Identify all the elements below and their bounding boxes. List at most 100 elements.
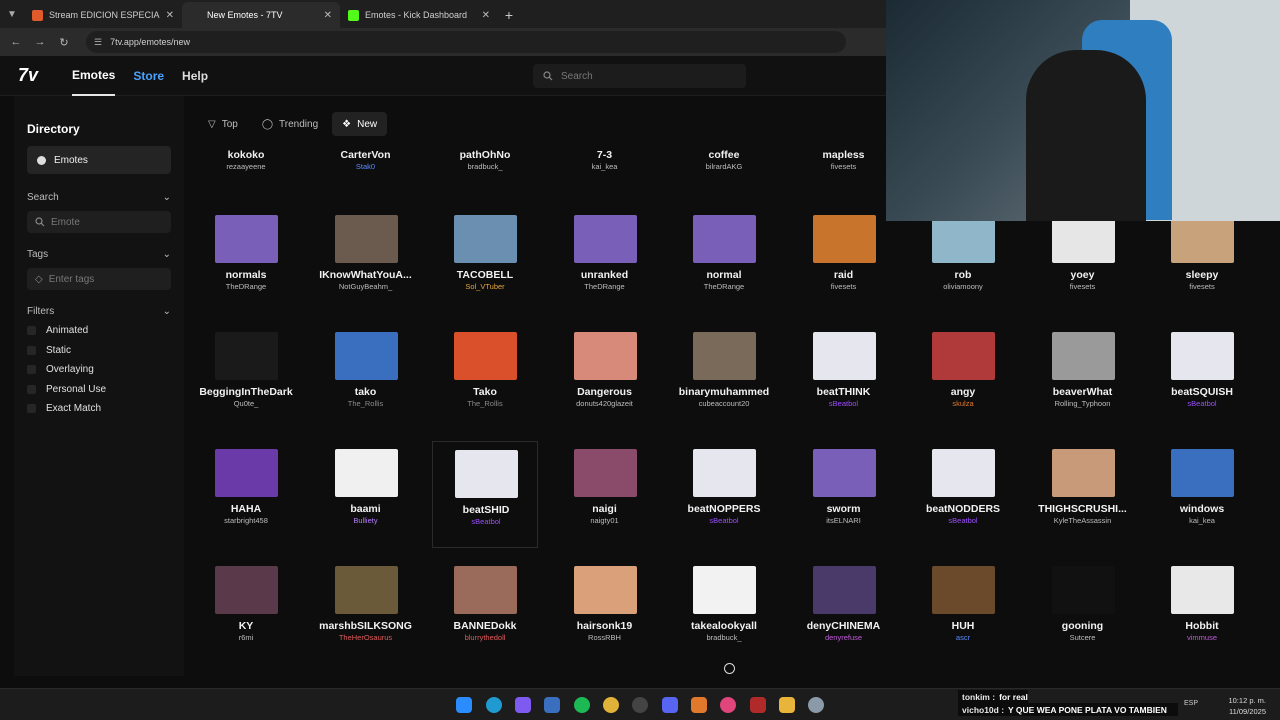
emote-owner[interactable]: The_Rollis <box>313 399 419 408</box>
emote-card[interactable]: angy skulza <box>910 324 1016 431</box>
emote-card[interactable]: yoey fivesets <box>1030 207 1136 314</box>
emote-owner[interactable]: oliviamoony <box>910 282 1016 291</box>
emote-owner[interactable]: starbright458 <box>193 516 299 525</box>
emote-card[interactable]: sworm itsELNARI <box>791 441 897 548</box>
filter-option[interactable]: Personal Use <box>27 380 171 400</box>
emote-card[interactable]: pathOhNo bradbuck_ <box>432 145 538 181</box>
filter-checkbox[interactable] <box>27 384 36 394</box>
emote-owner[interactable]: fivesets <box>791 282 897 291</box>
obs-icon[interactable] <box>632 697 648 713</box>
emote-card[interactable]: normals TheDRange <box>193 207 299 314</box>
tags-section-toggle[interactable]: Tags ⌄ <box>27 249 171 260</box>
emote-card[interactable]: 7-3 kai_kea <box>552 145 658 181</box>
nav-store[interactable]: Store <box>133 56 164 96</box>
emote-card[interactable]: BANNEDokk blurrythedoll <box>432 558 538 665</box>
tab-close-icon[interactable]: ✕ <box>482 10 490 21</box>
emote-owner[interactable]: fivesets <box>1149 282 1255 291</box>
emote-owner[interactable]: NotGuyBeahm_ <box>313 282 419 291</box>
emote-owner[interactable]: fivesets <box>1030 282 1136 291</box>
filter-option[interactable]: Exact Match <box>27 399 171 419</box>
filter-checkbox[interactable] <box>27 365 36 375</box>
sort-new-button[interactable]: ❖ New <box>332 112 388 136</box>
emote-owner[interactable]: sBeatbol <box>1149 399 1255 408</box>
emote-owner[interactable]: Sol_VTuber <box>432 282 538 291</box>
emote-card[interactable]: sleepy fivesets <box>1149 207 1255 314</box>
emote-card[interactable]: baami Bulliety <box>313 441 419 548</box>
emote-card[interactable]: beatSHID sBeatbol <box>432 441 538 548</box>
emote-card[interactable]: beaverWhat Rolling_Typhoon <box>1030 324 1136 431</box>
emote-card[interactable]: windows kai_kea <box>1149 441 1255 548</box>
tags-input[interactable]: ◇ Enter tags <box>27 268 171 290</box>
sort-top-button[interactable]: ▽ Top <box>198 112 248 136</box>
emote-card[interactable]: raid fivesets <box>791 207 897 314</box>
sort-trending-button[interactable]: ◯ Trending <box>252 112 328 136</box>
emote-owner[interactable]: kai_kea <box>552 162 658 171</box>
emote-owner[interactable]: fivesets <box>791 162 897 171</box>
emote-owner[interactable]: bradbuck_ <box>671 633 777 642</box>
search-section-toggle[interactable]: Search ⌄ <box>27 192 171 203</box>
emote-card[interactable]: HUH ascr <box>910 558 1016 665</box>
emote-owner[interactable]: bradbuck_ <box>432 162 538 171</box>
keyboard-language[interactable]: ESP <box>1184 700 1198 707</box>
emote-owner[interactable]: Bulliety <box>313 516 419 525</box>
emote-card[interactable]: KY r6mi <box>193 558 299 665</box>
system-clock[interactable]: 10:12 p. m. 11/09/2025 <box>1228 695 1266 717</box>
emote-owner[interactable]: kai_kea <box>1149 516 1255 525</box>
emote-owner[interactable]: TheDRange <box>193 282 299 291</box>
emote-owner[interactable]: Rolling_Typhoon <box>1030 399 1136 408</box>
forward-arrow-icon[interactable]: → <box>30 32 50 52</box>
emote-owner[interactable]: bilrardAKG <box>671 162 777 171</box>
filter-checkbox[interactable] <box>27 404 36 414</box>
emote-owner[interactable]: sBeatbol <box>671 516 777 525</box>
settings-gear-icon[interactable] <box>808 697 824 713</box>
emote-owner[interactable]: sBeatbol <box>910 516 1016 525</box>
emote-owner[interactable]: rezaayeene <box>193 162 299 171</box>
emote-card[interactable]: unranked TheDRange <box>552 207 658 314</box>
emote-card[interactable]: Hobbit vimmuse <box>1149 558 1255 665</box>
filter-checkbox[interactable] <box>27 345 36 355</box>
chrome-icon[interactable] <box>603 697 619 713</box>
site-search-input[interactable]: Search <box>533 64 746 88</box>
flame-app-icon[interactable] <box>691 697 707 713</box>
windows-start-icon[interactable] <box>456 697 472 713</box>
emote-owner[interactable]: Stak0 <box>313 162 419 171</box>
browser-tab[interactable]: Emotes - Kick Dashboard ✕ <box>340 2 498 28</box>
emote-owner[interactable]: TheDRange <box>552 282 658 291</box>
emote-card[interactable]: HAHA starbright458 <box>193 441 299 548</box>
emote-owner[interactable]: KyleTheAssassin <box>1030 516 1136 525</box>
discord-icon[interactable] <box>662 697 678 713</box>
emote-card[interactable]: TACOBELL Sol_VTuber <box>432 207 538 314</box>
red-app-icon[interactable] <box>750 697 766 713</box>
emote-card[interactable]: tako The_Rollis <box>313 324 419 431</box>
emote-card[interactable]: Dangerous donuts420glazeit <box>552 324 658 431</box>
emote-card[interactable]: kokoko rezaayeene <box>193 145 299 181</box>
emote-owner[interactable]: skulza <box>910 399 1016 408</box>
reload-icon[interactable]: ↻ <box>54 32 74 52</box>
emote-card[interactable]: marshbSILKSONG TheHerOsaurus <box>313 558 419 665</box>
emote-card[interactable]: mapless fivesets <box>791 145 897 181</box>
spotify-icon[interactable] <box>574 697 590 713</box>
emote-card[interactable]: gooning Sutcere <box>1030 558 1136 665</box>
emote-card[interactable]: BeggingInTheDark Qu0te_ <box>193 324 299 431</box>
edge-icon[interactable] <box>486 697 502 713</box>
emote-card[interactable]: denyCHINEMA denyrefuse <box>791 558 897 665</box>
filter-option[interactable]: Static <box>27 341 171 361</box>
emote-card[interactable]: THIGHSCRUSHI... KyleTheAssassin <box>1030 441 1136 548</box>
emote-owner[interactable]: blurrythedoll <box>432 633 538 642</box>
emote-card[interactable]: normal TheDRange <box>671 207 777 314</box>
tab-close-icon[interactable]: ✕ <box>324 10 332 21</box>
file-explorer-icon[interactable] <box>779 697 795 713</box>
emote-owner[interactable]: Sutcere <box>1030 633 1136 642</box>
emote-owner[interactable]: Qu0te_ <box>193 399 299 408</box>
emote-owner[interactable]: r6mi <box>193 633 299 642</box>
emote-owner[interactable]: denyrefuse <box>791 633 897 642</box>
emote-card[interactable]: takealookyall bradbuck_ <box>671 558 777 665</box>
filter-option[interactable]: Overlaying <box>27 360 171 380</box>
emote-owner[interactable]: The_Rollis <box>432 399 538 408</box>
new-tab-button[interactable]: + <box>498 2 520 28</box>
emote-owner[interactable]: ascr <box>910 633 1016 642</box>
emote-card[interactable]: rob oliviamoony <box>910 207 1016 314</box>
filter-option[interactable]: Animated <box>27 321 171 341</box>
emote-owner[interactable]: cubeaccount20 <box>671 399 777 408</box>
emote-card[interactable]: beatNODDERS sBeatbol <box>910 441 1016 548</box>
